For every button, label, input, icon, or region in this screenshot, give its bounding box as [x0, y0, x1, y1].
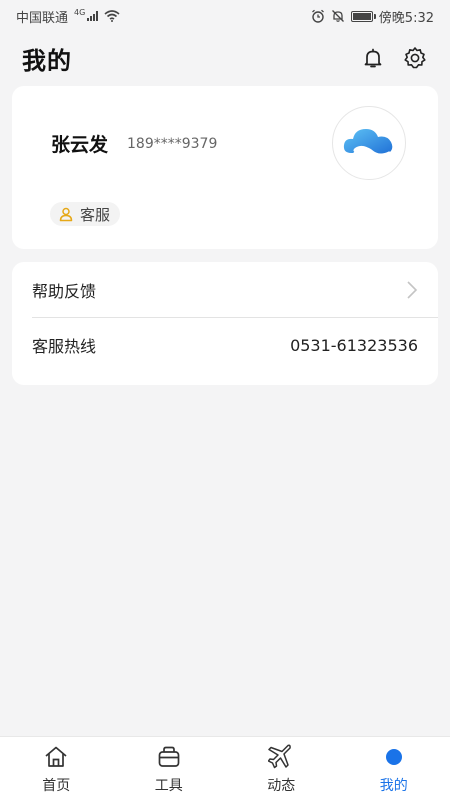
- toolbox-icon-wrap: [155, 743, 183, 771]
- profile-icon-wrap: [380, 743, 408, 771]
- chevron-right-icon: [407, 281, 418, 299]
- bell-icon: [364, 48, 382, 68]
- nav-item-home[interactable]: 首页: [0, 737, 113, 800]
- home-icon-wrap: [42, 743, 70, 771]
- hotline-number[interactable]: 0531-61323536: [290, 336, 418, 355]
- page-title: 我的: [22, 46, 72, 75]
- nav-item-mine[interactable]: 我的: [338, 737, 450, 800]
- user-icon: [59, 207, 73, 222]
- profile-card[interactable]: 张云发 189****9379 客服: [12, 86, 438, 249]
- status-bar: 中国联通 4G 傍晚5:32: [0, 0, 450, 32]
- user-name: 张云发: [51, 134, 109, 156]
- help-feedback-row[interactable]: 帮助反馈: [12, 262, 438, 318]
- nav-label-mine: 我的: [379, 777, 408, 794]
- bottom-nav: 首页 工具 动态 我的: [0, 736, 450, 800]
- avatar[interactable]: [332, 106, 406, 180]
- battery-icon: [350, 10, 376, 22]
- nav-item-feed[interactable]: 动态: [225, 737, 338, 800]
- signal-icon: [87, 11, 99, 21]
- plane-icon-wrap: [267, 743, 295, 771]
- plane-icon: [268, 744, 292, 768]
- toolbox-icon: [158, 746, 180, 767]
- menu-card: 帮助反馈 客服热线 0531-61323536: [12, 262, 438, 385]
- carrier-text: 中国联通: [16, 10, 69, 26]
- profile-icon: [385, 748, 402, 765]
- status-right: 傍晚5:32: [311, 7, 434, 26]
- nav-label-feed: 动态: [267, 777, 296, 794]
- notifications-button[interactable]: [360, 45, 386, 71]
- nav-label-home: 首页: [42, 777, 71, 794]
- role-badge: 客服: [50, 202, 121, 226]
- status-left: 中国联通 4G: [16, 7, 120, 26]
- home-icon: [45, 746, 67, 767]
- status-time: 傍晚5:32: [378, 10, 434, 26]
- alarm-icon: [311, 9, 324, 23]
- settings-button[interactable]: [402, 45, 428, 71]
- mute-bell-icon: [331, 10, 344, 22]
- hotline-label: 客服热线: [32, 337, 97, 356]
- cloud-logo-icon: [343, 129, 393, 157]
- help-feedback-label: 帮助反馈: [32, 282, 97, 301]
- network-type-text: 4G: [74, 7, 86, 17]
- gear-icon: [404, 47, 426, 69]
- user-phone: 189****9379: [127, 136, 218, 152]
- wifi-icon: [104, 10, 120, 22]
- nav-label-tools: 工具: [154, 777, 183, 794]
- page-header: 我的: [0, 36, 450, 80]
- header-actions: [360, 45, 428, 71]
- role-label: 客服: [80, 205, 111, 224]
- hotline-row[interactable]: 客服热线 0531-61323536: [12, 317, 438, 373]
- nav-item-tools[interactable]: 工具: [113, 737, 226, 800]
